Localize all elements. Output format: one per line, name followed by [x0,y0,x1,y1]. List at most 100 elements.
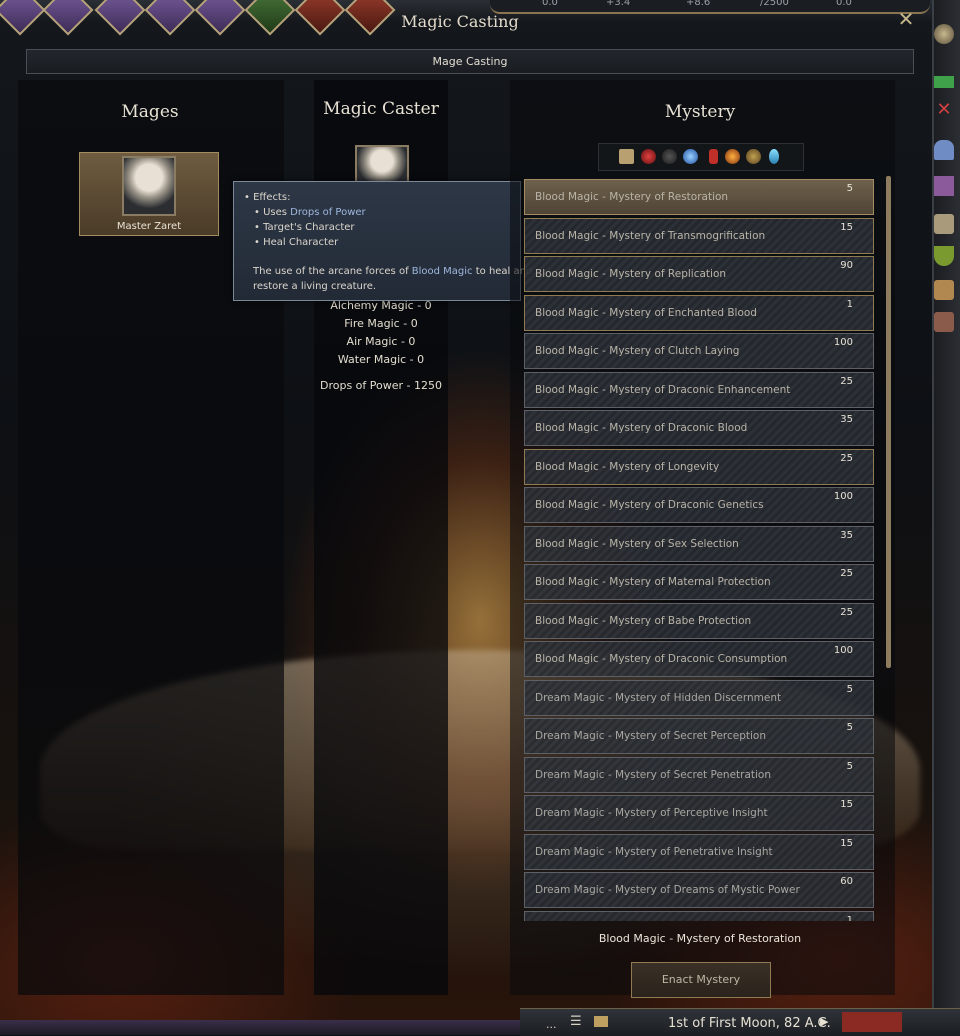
banner-icon[interactable] [934,176,954,196]
mystery-item[interactable]: Blood Magic - Mystery of Longevity 25 [524,449,874,485]
mystery-item[interactable]: Blood Magic - Mystery of Draconic Geneti… [524,487,874,523]
tooltip-desc-highlight: Blood Magic [411,266,473,277]
stat-drops-of-power: Drops of Power - 1250 [319,379,442,392]
caster-header: Magic Caster [323,99,439,119]
mystery-cost: 35 [840,414,853,425]
mystery-item[interactable]: Dream Magic - Mystery of Secret Penetrat… [524,757,874,793]
mystery-item[interactable]: Blood Magic - Mystery of Transmogrificat… [524,218,874,254]
crown-icon[interactable] [934,76,954,88]
tooltip-uses-prefix: • Uses [254,207,291,218]
mystery-name: Blood Magic - Mystery of Draconic Consum… [535,653,788,665]
mystery-cost: 35 [840,530,853,541]
mystery-cost: 25 [840,568,853,579]
mystery-cost: 15 [840,222,853,233]
subtitle-bar: Mage Casting [26,49,914,74]
tooltip-desc-prefix: The use of the arcane forces of [253,266,412,277]
hammer-icon[interactable] [934,280,954,300]
stat-air: Air Magic - 0 [346,335,416,348]
mystery-name: Blood Magic - Mystery of Clutch Laying [535,345,740,357]
mystery-name: Dream Magic - Mystery of Perceptive Insi… [535,807,768,819]
bottom-left-strip [0,1020,520,1035]
tooltip-target-line: • Target's Character [254,222,355,233]
mystery-item[interactable]: Blood Magic - Mystery of Sex Selection 35 [524,526,874,562]
list-icon[interactable]: ☰ [570,1014,582,1029]
tooltip-effects-label: • Effects: [244,192,291,203]
mystery-name: Dream Magic - Mystery of Dreams of Mysti… [535,884,800,896]
mystery-item[interactable]: Blood Magic - Mystery of Draconic Blood 3… [524,410,874,446]
mystery-name: Dream Magic - Mystery of Secret Penetrat… [535,769,772,781]
mystery-item[interactable]: 1 [524,911,874,921]
mystery-name: Blood Magic - Mystery of Draconic Blood [535,422,748,434]
earth-orb-icon[interactable] [746,149,761,164]
mystery-item[interactable]: Blood Magic - Mystery of Draconic Enhanc… [524,372,874,408]
mystery-cost: 1 [846,915,853,921]
mystery-item[interactable]: Dream Magic - Mystery of Hidden Discernm… [524,680,874,716]
tooltip-desc-line2: restore a living creature. [253,281,377,292]
people-icon[interactable] [934,140,954,160]
mystery-item[interactable]: Dream Magic - Mystery of Dreams of Mysti… [524,872,874,908]
mage-name: Master Zaret [116,221,182,232]
mystery-cost: 5 [846,183,853,194]
mystery-cost: 5 [846,684,853,695]
mystery-item[interactable]: Blood Magic - Mystery of Draconic Consum… [524,641,874,677]
mystery-cost: 90 [840,260,853,271]
window-title: Magic Casting [401,12,519,31]
tooltip-uses-line: • Uses Drops of Power [254,207,366,218]
close-button[interactable]: ✕ [896,8,916,30]
quill-icon[interactable] [934,214,954,234]
mystery-item[interactable]: Blood Magic - Mystery of Restoration 5 [524,179,874,215]
mystery-cost: 60 [840,876,853,887]
blood-drop-icon[interactable] [641,149,656,164]
mystery-name: Blood Magic - Mystery of Babe Protection [535,615,752,627]
mystery-item[interactable]: Blood Magic - Mystery of Enchanted Blood… [524,295,874,331]
mystery-name: Blood Magic - Mystery of Draconic Geneti… [535,499,764,511]
tooltip-heal-line: • Heal Character [254,237,339,248]
magic-school-filter [598,143,804,171]
scroll-icon[interactable] [934,24,954,44]
mystery-name: Blood Magic - Mystery of Longevity [535,461,720,473]
effects-tooltip: • Effects: • Uses Drops of Power • Targe… [233,181,532,301]
air-crystal-icon[interactable] [769,149,779,164]
book-icon[interactable] [619,149,634,164]
mystery-cost: 100 [833,491,853,502]
enact-mystery-button[interactable]: Enact Mystery [631,962,771,998]
mystery-cost: 25 [840,453,853,464]
mystery-name: Blood Magic - Mystery of Sex Selection [535,538,739,550]
mage-card[interactable]: Master Zaret [79,152,219,236]
dark-orb-icon[interactable] [662,149,677,164]
crossed-swords-icon[interactable]: ✕ [934,100,954,120]
more-menu-button[interactable]: ... [546,1018,557,1031]
game-date: 1st of First Moon, 82 A.C. [668,1016,831,1031]
selected-mystery-label: Blood Magic - Mystery of Restoration [598,932,802,945]
mystery-cost: 100 [833,337,853,348]
mystery-cost: 25 [840,607,853,618]
mage-portrait [122,156,176,216]
fire-flask-icon[interactable] [709,149,718,164]
mystery-cost: 5 [846,722,853,733]
water-orb-icon[interactable] [683,149,698,164]
mystery-header: Mystery [664,102,736,122]
goblet-icon[interactable] [934,246,954,266]
fire-orb-icon[interactable] [725,149,740,164]
mystery-item[interactable]: Blood Magic - Mystery of Replication 90 [524,256,874,292]
mystery-list-scrollbar[interactable] [886,176,891,668]
mages-header: Mages [121,102,179,122]
mystery-cost: 1 [846,299,853,310]
mystery-list[interactable]: Blood Magic - Mystery of Restoration 5 Bl… [522,176,878,921]
book-stack-icon[interactable] [934,312,954,332]
mystery-name: Blood Magic - Mystery of Transmogrificat… [535,230,766,242]
mystery-item[interactable]: Dream Magic - Mystery of Penetrative Ins… [524,834,874,870]
mystery-name: Blood Magic - Mystery of Restoration [535,191,729,203]
mystery-cost: 15 [840,838,853,849]
mystery-cost: 100 [833,645,853,656]
mystery-item[interactable]: Blood Magic - Mystery of Maternal Protec… [524,564,874,600]
mystery-item[interactable]: Blood Magic - Mystery of Clutch Laying 10… [524,333,874,369]
mystery-item[interactable]: Blood Magic - Mystery of Babe Protection… [524,603,874,639]
tooltip-description: The use of the arcane forces of Blood Ma… [253,266,532,277]
stat-water: Water Magic - 0 [337,353,425,366]
mystery-item[interactable]: Dream Magic - Mystery of Secret Percepti… [524,718,874,754]
mystery-name: Dream Magic - Mystery of Secret Percepti… [535,730,767,742]
ledger-icon[interactable] [594,1016,608,1027]
mystery-item[interactable]: Dream Magic - Mystery of Perceptive Insi… [524,795,874,831]
speed-controls[interactable] [842,1012,902,1032]
